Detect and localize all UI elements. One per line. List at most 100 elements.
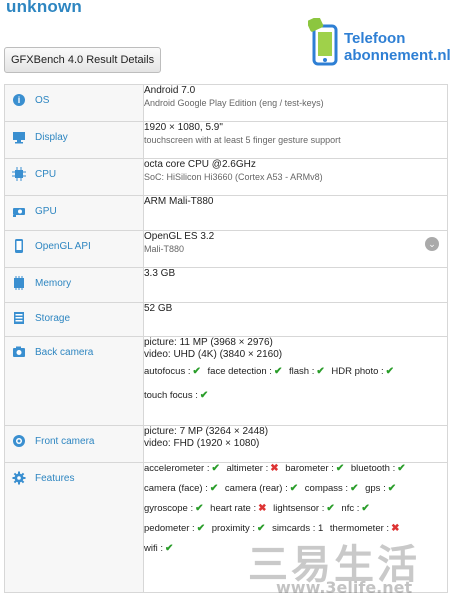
spec-row-os: i OS Android 7.0 Android Google Play Edi… bbox=[4, 84, 448, 122]
opengl-detail: Mali-T880 bbox=[144, 244, 185, 254]
cross-icon: ✖ bbox=[258, 503, 267, 514]
feature-item: thermometer : ✖ bbox=[330, 523, 400, 534]
features-row: wifi : ✔ bbox=[144, 543, 447, 555]
feature-item: touch focus : ✔ bbox=[144, 390, 208, 401]
opengl-icon bbox=[11, 238, 27, 254]
check-icon: ✔ bbox=[257, 523, 266, 534]
spec-label-front-camera: Front camera bbox=[35, 435, 95, 447]
check-icon: ✔ bbox=[199, 390, 209, 401]
feature-item: barometer : ✔ bbox=[285, 463, 344, 474]
feature-item: camera (face) : ✔ bbox=[144, 483, 218, 494]
back-camera-features-row2: touch focus : ✔ bbox=[144, 390, 447, 402]
back-camera-features-row1: autofocus : ✔ face detection : ✔ flash : ✔ … bbox=[144, 366, 447, 378]
opengl-value: OpenGL ES 3.2 bbox=[144, 231, 215, 242]
spec-row-storage: Storage 52 GB bbox=[4, 302, 448, 337]
features-row: camera (face) : ✔ camera (rear) : ✔ compas… bbox=[144, 483, 447, 495]
memory-icon bbox=[11, 275, 27, 291]
feature-name: autofocus : bbox=[144, 366, 191, 377]
front-camera-video: video: FHD (1920 × 1080) bbox=[144, 438, 260, 449]
spec-row-display: Display 1920 × 1080, 5.9" touchscreen wi… bbox=[4, 121, 448, 159]
spec-row-front-camera: Front camera picture: 7 MP (3264 × 2448)… bbox=[4, 425, 448, 463]
feature-name: altimeter : bbox=[226, 463, 269, 474]
spec-label-features: Features bbox=[35, 472, 75, 484]
feature-item: flash : ✔ bbox=[289, 366, 325, 377]
camera-icon bbox=[11, 344, 27, 360]
back-camera-video: video: UHD (4K) (3840 × 2160) bbox=[144, 349, 283, 360]
logo-text-line1: Telefoon bbox=[344, 30, 406, 47]
back-camera-picture: picture: 11 MP (3968 × 2976) bbox=[144, 337, 273, 348]
features-row: pedometer : ✔ proximity : ✔ simcards : 1 t… bbox=[144, 523, 447, 535]
os-detail: Android Google Play Edition (eng / test-… bbox=[144, 98, 324, 108]
result-details-tab[interactable]: GFXBench 4.0 Result Details bbox=[4, 47, 162, 73]
feature-item: pedometer : ✔ bbox=[144, 523, 205, 534]
storage-value: 52 GB bbox=[144, 303, 173, 314]
feature-item: lightsensor : ✔ bbox=[273, 503, 335, 514]
feature-name: pedometer : bbox=[144, 523, 195, 534]
os-icon: i bbox=[11, 92, 27, 108]
cross-icon: ✖ bbox=[270, 463, 279, 474]
telefoon-logo[interactable]: Telefoon abonnement.nl bbox=[308, 16, 451, 72]
feature-name: proximity : bbox=[211, 523, 256, 534]
spec-label-os: OS bbox=[35, 94, 50, 106]
spec-row-back-camera: Back camera picture: 11 MP (3968 × 2976)… bbox=[4, 336, 448, 426]
feature-name: touch focus : bbox=[144, 390, 198, 401]
spec-label-storage: Storage bbox=[35, 312, 71, 324]
display-icon bbox=[11, 129, 27, 145]
check-icon: ✔ bbox=[385, 366, 395, 377]
spec-row-cpu: CPU octa core CPU @2.6GHz SoC: HiSilicon… bbox=[4, 158, 448, 196]
spec-label-opengl: OpenGL API bbox=[35, 240, 91, 252]
chevron-down-icon[interactable]: ⌄ bbox=[425, 237, 439, 251]
check-icon: ✔ bbox=[361, 503, 370, 514]
feature-name: gps : bbox=[365, 483, 386, 494]
check-icon: ✔ bbox=[326, 503, 335, 514]
gpu-value: ARM Mali-T880 bbox=[144, 196, 214, 207]
feature-item: nfc : ✔ bbox=[341, 503, 369, 514]
spec-label-back-camera: Back camera bbox=[35, 346, 94, 358]
feature-name: thermometer : bbox=[329, 523, 390, 534]
display-value: 1920 × 1080, 5.9" bbox=[144, 122, 223, 133]
feature-item: camera (rear) : ✔ bbox=[225, 483, 298, 494]
memory-value: 3.3 GB bbox=[144, 268, 176, 279]
check-icon: ✔ bbox=[209, 483, 219, 494]
feature-item: simcards : 1 bbox=[272, 523, 323, 534]
spec-row-opengl: OpenGL API OpenGL ES 3.2 Mali-T880 ⌄ bbox=[4, 230, 448, 268]
feature-item: gyroscope : ✔ bbox=[144, 503, 204, 514]
feature-item: heart rate : ✖ bbox=[210, 503, 266, 514]
spec-label-cpu: CPU bbox=[35, 168, 57, 180]
spec-row-gpu: GPU ARM Mali-T880 bbox=[4, 195, 448, 231]
device-title: unknown bbox=[6, 0, 82, 16]
gpu-icon bbox=[11, 203, 27, 219]
logo-text-line2: abonnement.nl bbox=[344, 47, 451, 64]
spec-label-gpu: GPU bbox=[35, 205, 57, 217]
feature-item: wifi : ✔ bbox=[144, 543, 173, 554]
spec-row-features: Features accelerometer : ✔ altimeter : ✖ b… bbox=[4, 462, 448, 593]
check-icon: ✔ bbox=[273, 366, 283, 377]
feature-item: HDR photo : ✔ bbox=[331, 366, 394, 377]
feature-item: bluetooth : ✔ bbox=[351, 463, 406, 474]
front-camera-picture: picture: 7 MP (3264 × 2448) bbox=[144, 426, 269, 437]
cross-icon: ✖ bbox=[391, 523, 400, 534]
gear-icon bbox=[11, 470, 27, 486]
feature-name: lightsensor : bbox=[273, 503, 325, 514]
feature-name: HDR photo : bbox=[331, 366, 384, 377]
feature-name: gyroscope : bbox=[144, 503, 194, 514]
check-icon: ✔ bbox=[211, 463, 220, 474]
feature-item: accelerometer : ✔ bbox=[144, 463, 220, 474]
feature-item: compass : ✔ bbox=[305, 483, 359, 494]
check-icon: ✔ bbox=[397, 463, 406, 474]
feature-name: nfc : bbox=[341, 503, 360, 514]
feature-item: gps : ✔ bbox=[365, 483, 396, 494]
cpu-icon bbox=[11, 166, 27, 182]
storage-icon bbox=[11, 310, 27, 326]
features-row: accelerometer : ✔ altimeter : ✖ barometer … bbox=[144, 463, 447, 475]
check-icon: ✔ bbox=[192, 366, 201, 377]
phone-logo-icon bbox=[308, 18, 338, 66]
feature-name: flash : bbox=[288, 366, 315, 377]
spec-label-display: Display bbox=[35, 131, 68, 143]
check-icon: ✔ bbox=[350, 483, 359, 494]
check-icon: ✔ bbox=[387, 483, 397, 494]
svg-text:i: i bbox=[18, 95, 21, 105]
feature-name: bluetooth : bbox=[350, 463, 396, 474]
check-icon: ✔ bbox=[165, 543, 174, 554]
os-value: Android 7.0 bbox=[144, 85, 196, 96]
